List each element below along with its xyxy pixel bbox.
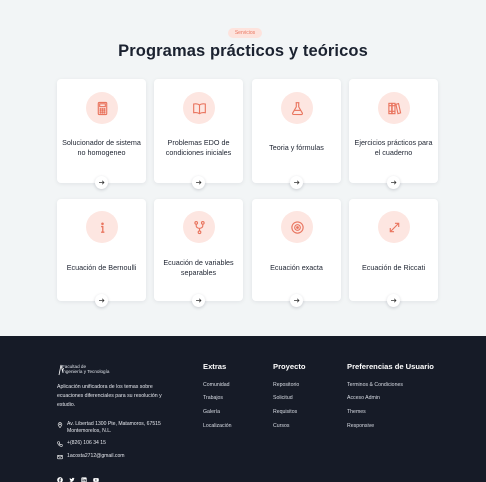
expand-icon (378, 211, 410, 243)
card-bernoulli[interactable]: Ecuación de Bernoulli (57, 199, 146, 307)
arrow-right-icon[interactable] (387, 176, 400, 189)
linkedin-icon[interactable] (81, 470, 87, 482)
arrow-right-icon[interactable] (290, 294, 303, 307)
arrow-right-icon[interactable] (95, 294, 108, 307)
card-label: Solucionador de sistema no homogeneo (62, 137, 141, 158)
mail-icon (57, 455, 63, 460)
card-label: Ecuación de variables separables (163, 257, 234, 278)
section-badge: Servicios (228, 28, 262, 38)
footer-link-galeria[interactable]: Galería (203, 409, 220, 415)
section-title: Programas prácticos y teóricos (118, 42, 368, 60)
youtube-icon[interactable] (93, 470, 99, 482)
footer-link-cursos[interactable]: Cursos (273, 423, 289, 429)
card-label: Problemas EDO de condiciones iniciales (165, 137, 232, 158)
card-label: Teoria y fórmulas (269, 142, 324, 152)
card-label: Ejercicios prácticos para el cuaderno (354, 137, 433, 158)
map-pin-icon (57, 422, 63, 428)
footer-email[interactable]: 1acosta2712@gmail.com (57, 453, 125, 460)
card-riccati[interactable]: Ecuación de Riccati (349, 199, 438, 307)
footer-link-terminos[interactable]: Terminos & Condiciones (347, 382, 403, 388)
branch-icon (183, 211, 215, 243)
arrow-right-icon[interactable] (290, 176, 303, 189)
card-ecuacion-exacta[interactable]: Ecuación exacta (252, 199, 341, 307)
arrow-right-icon[interactable] (192, 294, 205, 307)
footer-col-title-extras: Extras (203, 362, 227, 371)
arrow-right-icon[interactable] (192, 176, 205, 189)
flask-icon (281, 92, 313, 124)
footer-link-localizacion[interactable]: Localización (203, 423, 232, 429)
footer-link-acceso-admin[interactable]: Acceso Admin (347, 395, 380, 401)
social-links (57, 470, 99, 482)
footer-link-responsive[interactable]: Responsive (347, 423, 374, 429)
card-teoria-formulas[interactable]: Teoria y fórmulas (252, 79, 341, 189)
footer-phone[interactable]: +(826) 106 34 15 (57, 440, 106, 447)
info-icon (86, 211, 118, 243)
footer-link-trabajos[interactable]: Trabajos (203, 395, 223, 401)
card-label: Ecuación exacta (270, 262, 323, 272)
services-section: Servicios Programas prácticos y teóricos… (0, 0, 486, 336)
footer-description: Aplicación unificadora de los temas sobr… (57, 384, 162, 408)
books-icon (378, 92, 410, 124)
footer-address: Av. Libertad 1300 Pte, Matamoros, 67515 … (57, 421, 167, 435)
calculator-icon (86, 92, 118, 124)
card-variables-separables[interactable]: Ecuación de variables separables (154, 199, 243, 307)
footer-link-requisitos[interactable]: Requisitos (273, 409, 297, 415)
book-icon (183, 92, 215, 124)
footer-link-repositorio[interactable]: Repositorio (273, 382, 299, 388)
target-icon (281, 211, 313, 243)
footer-col-title-proyecto: Proyecto (273, 362, 306, 371)
site-footer: Facultad de Ingeniería y Tecnología Apli… (0, 336, 486, 482)
arrow-right-icon[interactable] (387, 294, 400, 307)
twitter-icon[interactable] (69, 470, 75, 482)
card-problemas-edo[interactable]: Problemas EDO de condiciones iniciales (154, 79, 243, 189)
phone-icon (57, 441, 63, 447)
footer-link-comunidad[interactable]: Comunidad (203, 382, 230, 388)
faculty-logo-text: Facultad de Ingeniería y Tecnología (62, 364, 110, 375)
card-label: Ecuación de Riccati (361, 262, 426, 272)
arrow-right-icon[interactable] (95, 176, 108, 189)
footer-col-title-preferencias: Preferencias de Usuario (347, 362, 434, 371)
footer-link-solicitud[interactable]: Solicitud (273, 395, 293, 401)
card-sistema-no-homogeneo[interactable]: Solucionador de sistema no homogeneo (57, 79, 146, 189)
card-label: Ecuación de Bernoulli (66, 262, 137, 272)
facebook-icon[interactable] (57, 470, 63, 482)
footer-link-themes[interactable]: Themes (347, 409, 366, 415)
card-ejercicios-practicos[interactable]: Ejercicios prácticos para el cuaderno (349, 79, 438, 189)
